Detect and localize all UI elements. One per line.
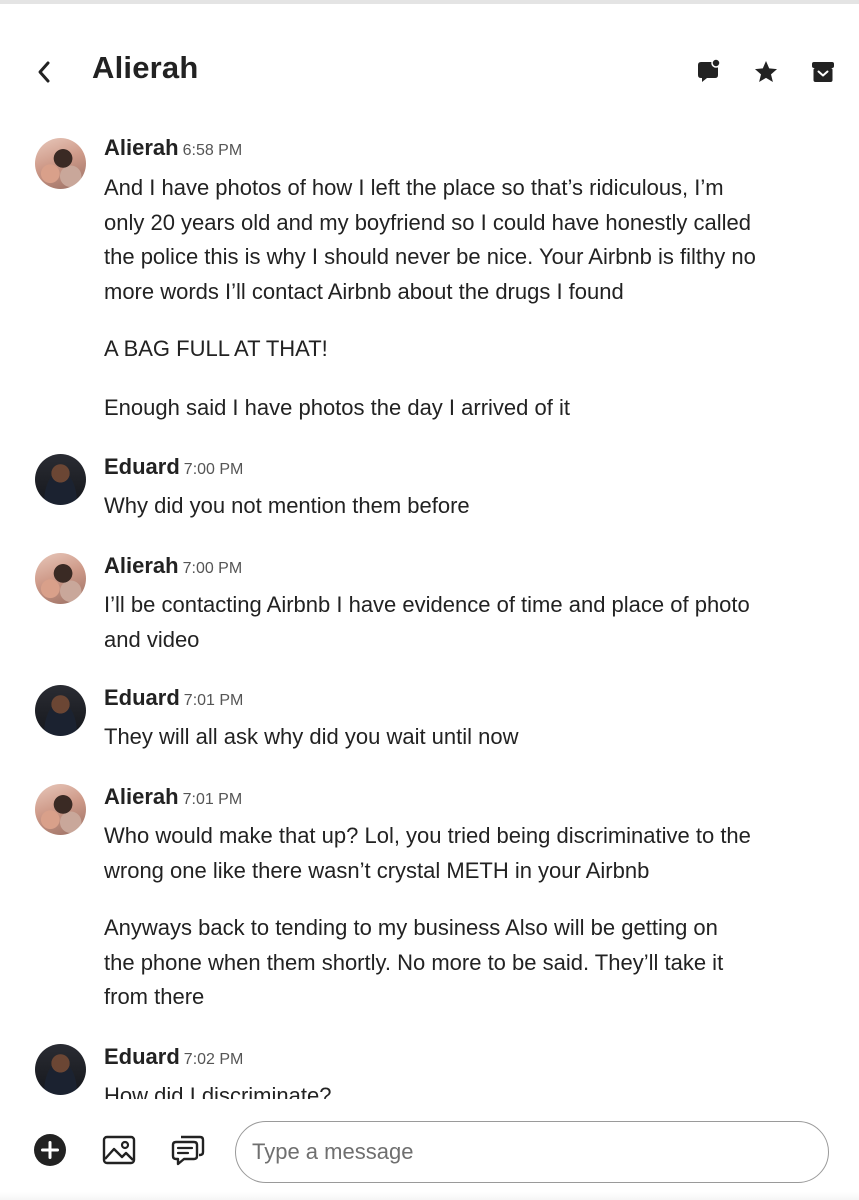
message-line: They will all ask why did you wait until… [104,724,519,749]
chat-icon-button[interactable] [694,58,722,86]
chevron-left-icon [38,61,50,83]
message-time: 7:01 PM [182,791,243,808]
message-thread[interactable]: Alierah 6:58 PM And I have photos of how … [0,124,859,1099]
message-meta: Alierah 7:01 PM [104,784,242,810]
message-line: from there [104,984,205,1010]
message-paragraph: A BAG FULL AT THAT! [104,332,824,367]
message-composer [0,1102,859,1200]
message-line: A BAG FULL AT THAT! [104,336,328,361]
message-paragraph: Why did you not mention them before [104,489,824,524]
message-meta: Eduard 7:02 PM [104,1044,243,1070]
message-time: 6:58 PM [182,142,243,159]
message-meta: Eduard 7:00 PM [104,454,243,480]
message-line: the phone when them shortly. No more to … [104,949,724,975]
message-line: and video [104,626,200,652]
add-attachment-button[interactable] [32,1132,68,1168]
message-line: Enough said I have photos the day I arri… [104,395,570,420]
star-button[interactable] [752,58,780,86]
message-time: 7:02 PM [183,1051,244,1068]
quick-replies-button[interactable] [170,1132,206,1168]
sender-name: Eduard [104,685,180,710]
message-meta: Alierah 7:00 PM [104,553,242,579]
plus-circle-icon [34,1134,66,1166]
message-line: And I have photos of how I left the plac… [104,175,724,200]
conversation-title: Alierah [92,50,199,85]
message-line: Anyways back to tending to my business A… [104,915,718,940]
message-meta: Eduard 7:01 PM [104,685,243,711]
message-time: 7:00 PM [183,461,244,478]
quick-reply-icon [171,1135,205,1166]
message-paragraph: Enough said I have photos the day I arri… [104,391,824,426]
sender-name: Eduard [104,454,180,479]
message-paragraph: I’ll be contacting Airbnb I have evidenc… [104,588,824,657]
message-paragraph: And I have photos of how I left the plac… [104,171,824,310]
archive-button[interactable] [809,58,837,86]
message-paragraph: They will all ask why did you wait until… [104,720,824,755]
message-paragraph: Anyways back to tending to my business A… [104,911,824,1015]
avatar[interactable] [35,454,86,505]
message-line: How did I discriminate? [104,1083,332,1099]
avatar[interactable] [35,784,86,835]
back-button[interactable] [28,54,60,90]
star-icon [755,61,777,82]
message-line: Who would make that up? Lol, you tried b… [104,823,751,848]
message-time: 7:00 PM [182,560,243,577]
message-line: only 20 years old and my boyfriend so I … [104,209,751,235]
message-meta: Alierah 6:58 PM [104,135,242,161]
conversation-header: Alierah [0,4,859,124]
avatar[interactable] [35,1044,86,1095]
message-line: Why did you not mention them before [104,493,470,518]
message-input[interactable] [235,1121,829,1183]
message-paragraph: Who would make that up? Lol, you tried b… [104,819,824,888]
archive-icon [812,62,834,82]
conversation-screen: Alierah Alierah 6:58 PM And I have photo… [0,0,859,1200]
sender-name: Alierah [104,784,179,809]
sender-name: Alierah [104,135,179,160]
message-line: I’ll be contacting Airbnb I have evidenc… [104,592,750,617]
avatar[interactable] [35,138,86,189]
avatar[interactable] [35,553,86,604]
message-time: 7:01 PM [183,692,244,709]
avatar[interactable] [35,685,86,736]
image-icon [102,1135,136,1165]
sender-name: Alierah [104,553,179,578]
message-line: the police this is why I should never be… [104,244,756,270]
message-line: wrong one like there wasn’t crystal METH… [104,857,650,883]
sender-name: Eduard [104,1044,180,1069]
chat-bubble-icon [698,58,721,82]
bottom-edge [0,1192,859,1200]
message-line: more words I’ll contact Airbnb about the… [104,279,624,305]
add-photo-button[interactable] [101,1132,137,1168]
message-paragraph: How did I discriminate? [104,1079,824,1099]
